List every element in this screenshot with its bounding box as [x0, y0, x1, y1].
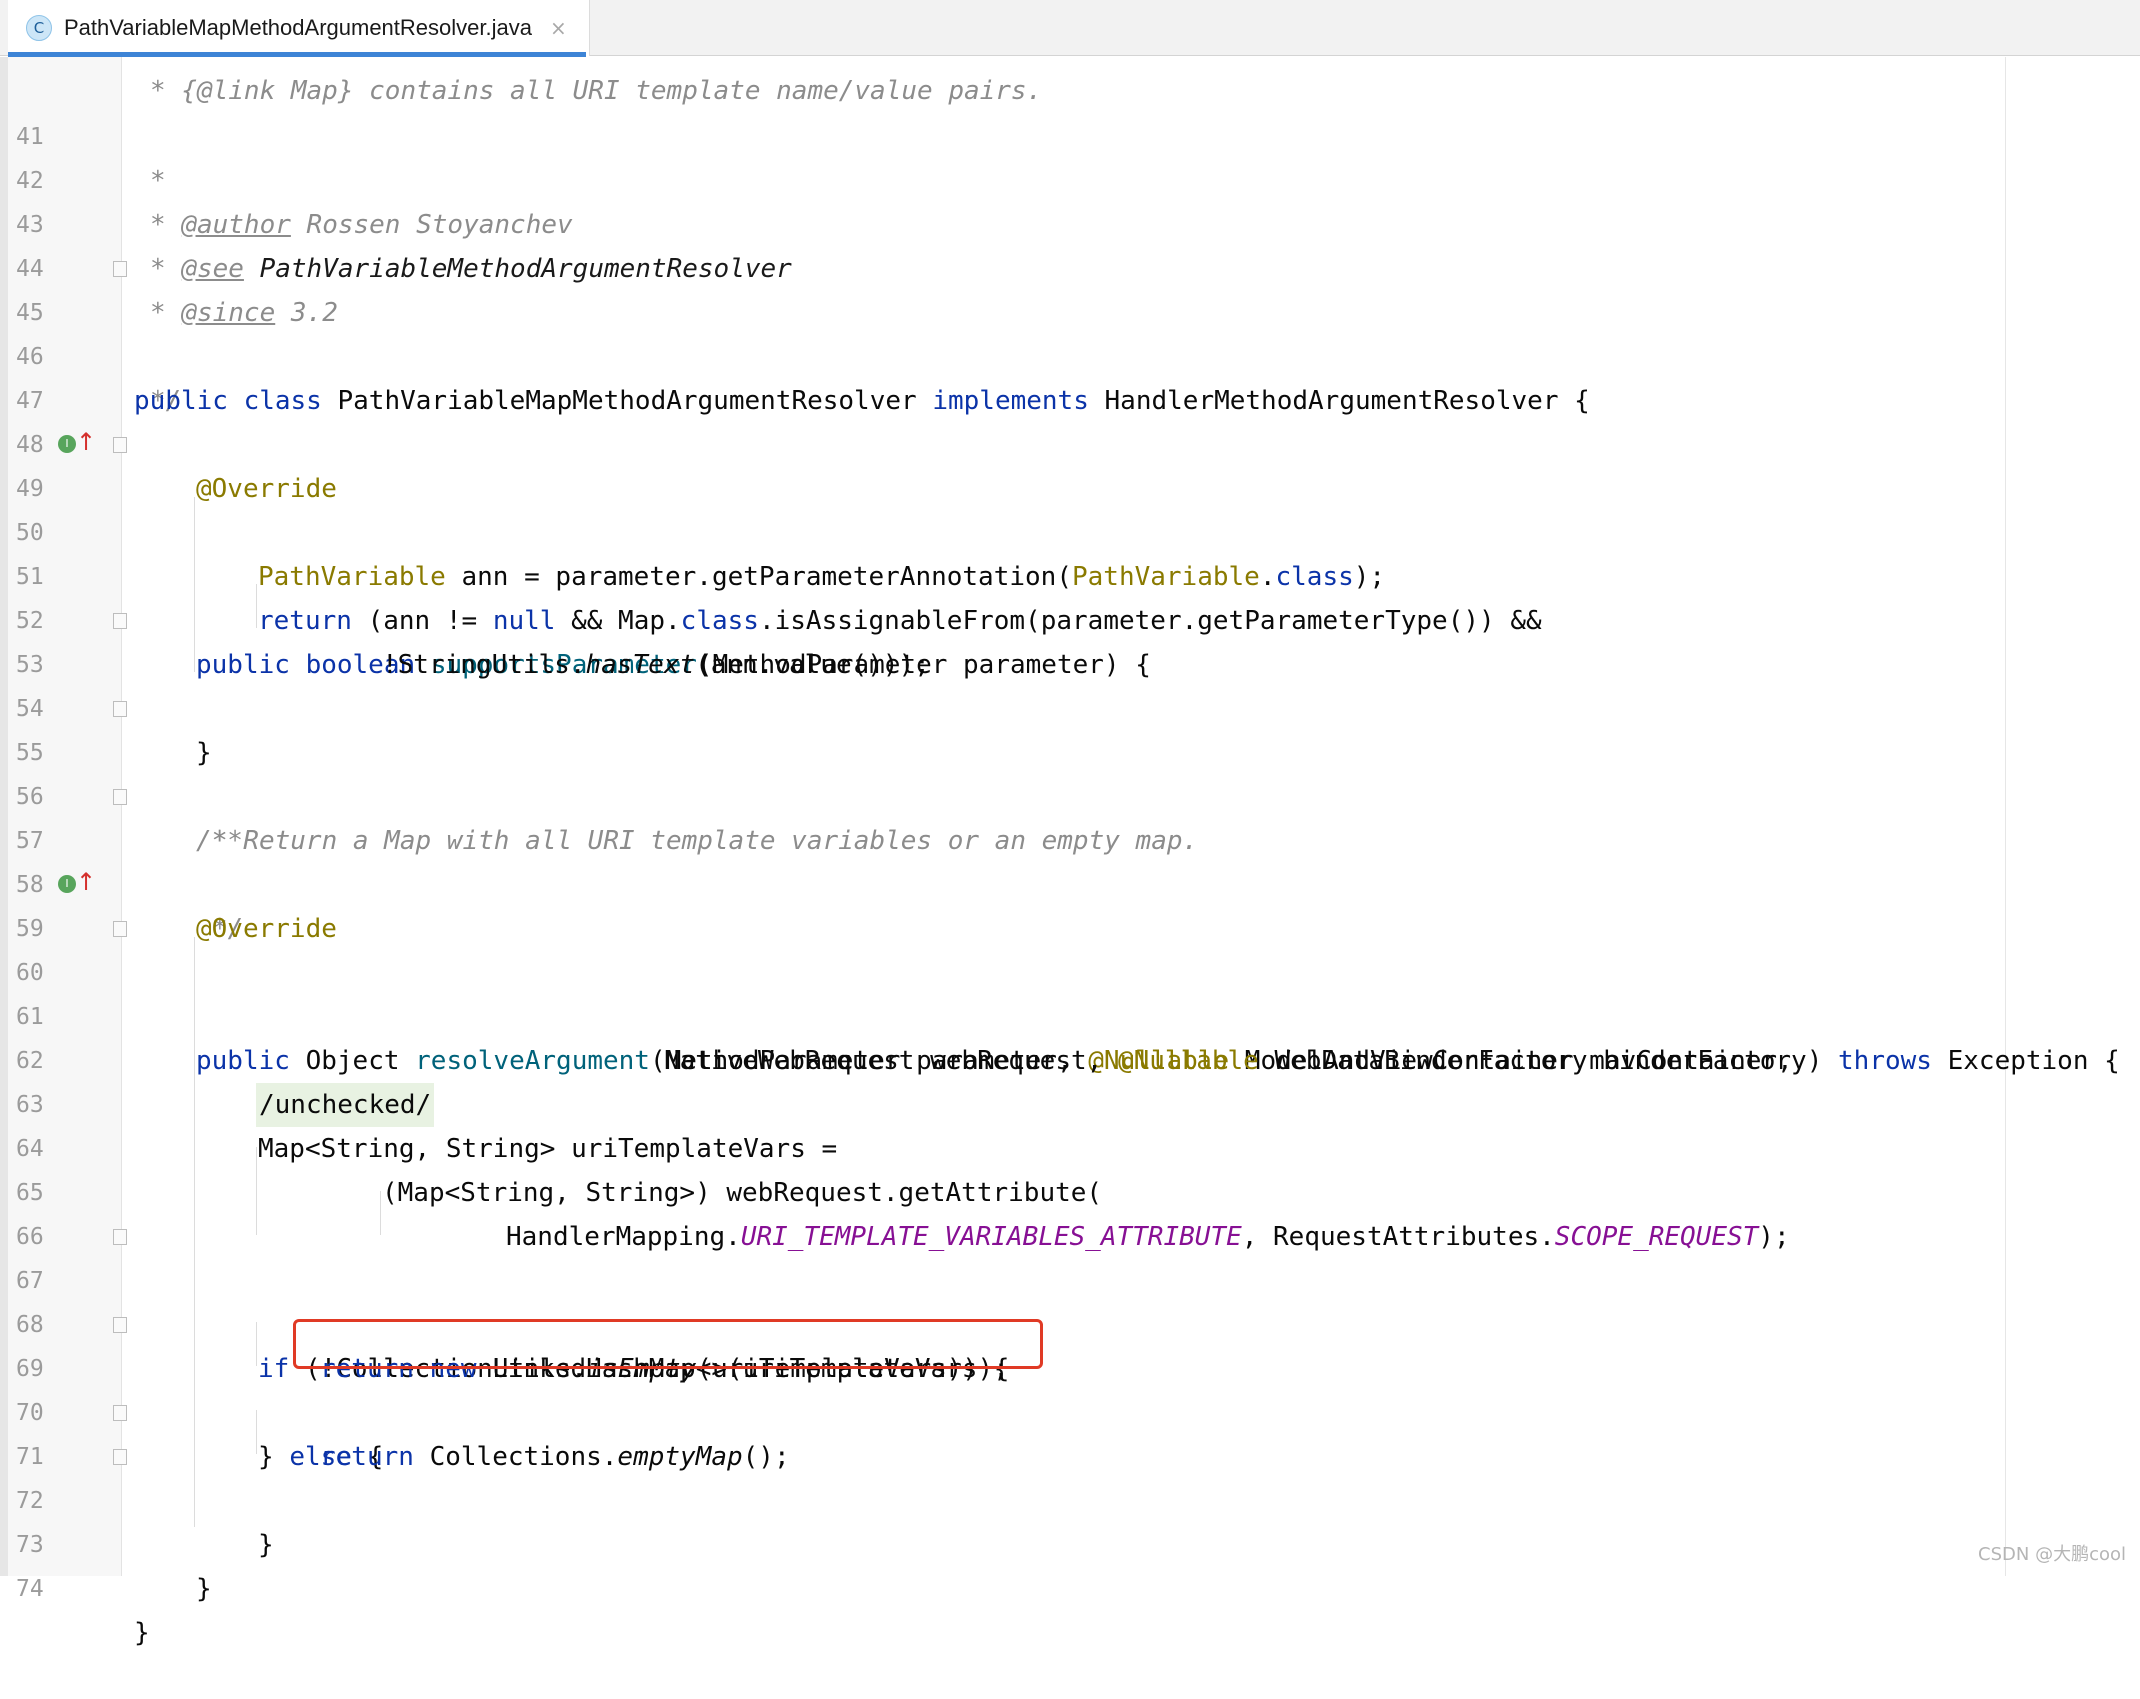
fold-end-icon[interactable]	[113, 1317, 127, 1333]
code-line[interactable]: 44 * @since 3.2	[0, 203, 2140, 328]
implements-method-icon[interactable]: I	[58, 875, 76, 893]
code-line[interactable]: 45 */	[0, 247, 2140, 416]
code-line[interactable]: 43 * @see PathVariableMethodArgumentReso…	[0, 159, 2140, 284]
code-line[interactable]: 57 */	[0, 775, 2140, 944]
code-editor[interactable]: * {@link Map} contains all URI template …	[0, 57, 2140, 1648]
watermark: CSDN @大鹏cool	[1978, 1544, 2126, 1565]
code-line[interactable]: 74 }	[0, 1523, 2140, 1648]
code-line[interactable]: 64 (Map<String, String>) webRequest.getA…	[0, 1083, 2140, 1208]
fold-end-icon[interactable]	[113, 261, 127, 277]
code-line[interactable]: 59 I ↑ public Object resolveArgument(Met…	[0, 863, 2140, 1076]
fold-end-icon[interactable]	[113, 1449, 127, 1465]
code-line[interactable]: 73	[0, 1479, 2140, 1558]
code-line[interactable]: 42 * @author Rossen Stoyanchev	[0, 115, 2140, 240]
code-line[interactable]: 67 if (!CollectionUtils.isEmpty(uriTempl…	[0, 1215, 2140, 1384]
arrow-up-icon[interactable]: ↑	[76, 867, 96, 897]
code-line[interactable]: 52 !StringUtils.hasText(ann.value()));	[0, 555, 2140, 680]
code-line[interactable]: 51 return (ann != null && Map.class.isAs…	[0, 511, 2140, 636]
code-line[interactable]: 46 public class PathVariableMapMethodArg…	[0, 291, 2140, 416]
code-line[interactable]: 54	[0, 643, 2140, 722]
code-line[interactable]: 53 }	[0, 599, 2140, 768]
arrow-up-icon[interactable]: ↑	[76, 427, 96, 457]
implements-method-icon[interactable]: I	[58, 435, 76, 453]
code-line[interactable]: 61	[0, 951, 2140, 1030]
partial-code-line: * {@link Map} contains all URI template …	[0, 25, 2140, 106]
code-line[interactable]: 66	[0, 1171, 2140, 1250]
code-line[interactable]: 48 @Override	[0, 379, 2140, 504]
code-line[interactable]: 60 NativeWebRequest webRequest, @Nullabl…	[0, 907, 2140, 1076]
code-line[interactable]: 55 /**	[0, 687, 2140, 856]
code-line[interactable]: 56 * Return a Map with all URI template …	[0, 731, 2140, 856]
fold-end-icon[interactable]	[113, 613, 127, 629]
fold-start-icon[interactable]	[113, 437, 127, 453]
code-line[interactable]: 62 /unchecked/	[0, 995, 2140, 1127]
code-line[interactable]: 49 I ↑ public boolean supportsParameter(…	[0, 423, 2140, 680]
fold-end-icon[interactable]	[113, 789, 127, 805]
code-line[interactable]: 63 Map<String, String> uriTemplateVars =	[0, 1039, 2140, 1164]
fold-start-icon[interactable]	[113, 1229, 127, 1245]
fold-end-icon[interactable]	[113, 1405, 127, 1421]
line-number: 74	[16, 1576, 44, 1602]
code-line[interactable]: 47	[0, 335, 2140, 414]
code-text: }	[196, 1574, 212, 1604]
fold-start-icon[interactable]	[113, 921, 127, 937]
code-line[interactable]: 68 return new LinkedHashMap<>(uriTemplat…	[0, 1259, 2140, 1384]
code-line[interactable]: 72 }	[0, 1435, 2140, 1604]
code-line[interactable]: 58 @Override	[0, 819, 2140, 944]
code-text: }	[134, 1618, 150, 1648]
code-line[interactable]: 41 *	[0, 71, 2140, 196]
code-line[interactable]: 71 }	[0, 1391, 2140, 1560]
code-line[interactable]: 50 PathVariable ann = parameter.getParam…	[0, 467, 2140, 592]
code-line[interactable]: 65 HandlerMapping.URI_TEMPLATE_VARIABLES…	[0, 1127, 2140, 1252]
fold-start-icon[interactable]	[113, 701, 127, 717]
highlight-annotation-box	[293, 1319, 1043, 1369]
